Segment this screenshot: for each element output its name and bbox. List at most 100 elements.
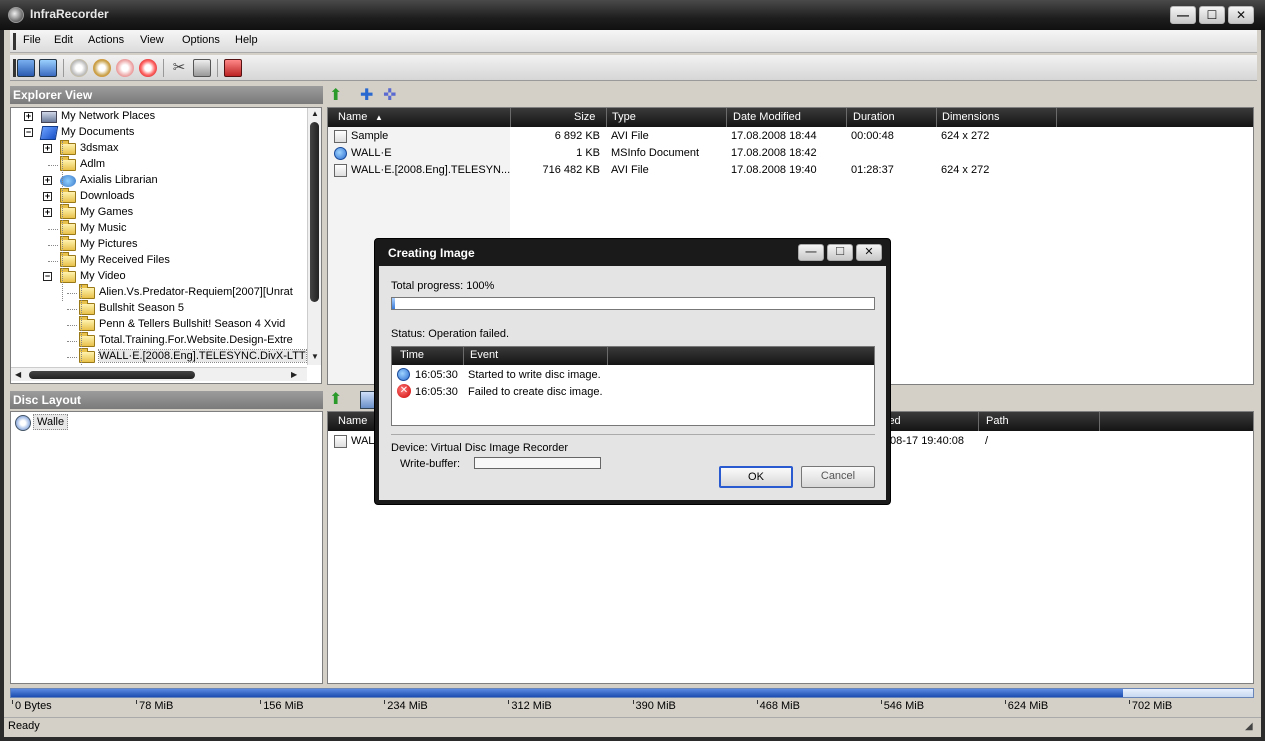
maximize-button[interactable]: ☐ — [1199, 6, 1225, 24]
capacity-tick — [756, 700, 758, 704]
column-size[interactable]: Size — [574, 111, 595, 123]
column-divider[interactable] — [607, 347, 608, 365]
column-path[interactable]: Path — [986, 415, 1009, 427]
file-size: 1 KB — [576, 147, 600, 159]
tree-horizontal-scrollbar[interactable]: ◀ ▶ — [11, 367, 307, 381]
tools-icon[interactable]: ✂ — [170, 59, 188, 77]
ok-button[interactable]: OK — [719, 466, 793, 488]
tree-connector — [48, 229, 58, 230]
tree-item[interactable]: WALL·E.[2008.Eng].TELESYNC.DivX-LTT — [11, 348, 307, 365]
column-divider[interactable] — [606, 108, 607, 127]
menu-bar: File Edit Actions View Options Help — [10, 30, 1257, 53]
dialog-maximize-button[interactable]: ☐ — [827, 244, 853, 261]
drive-icon[interactable] — [193, 59, 211, 77]
column-divider[interactable] — [936, 108, 937, 127]
add-all-icon[interactable]: ✜ — [383, 87, 401, 105]
column-divider[interactable] — [1056, 108, 1057, 127]
tree-item[interactable]: Total.Training.For.Website.Design-Extre — [11, 332, 307, 349]
column-dimensions[interactable]: Dimensions — [942, 111, 999, 123]
expand-icon[interactable]: + — [43, 144, 52, 153]
tree-item-label: My Video — [80, 270, 126, 282]
menu-edit[interactable]: Edit — [54, 34, 73, 46]
tree-item[interactable]: − My Documents — [11, 125, 307, 141]
tree-item[interactable]: + Downloads — [11, 188, 307, 205]
resize-grip-icon[interactable]: ◢ — [1245, 721, 1253, 732]
tree-item[interactable]: My Music — [11, 220, 307, 237]
scroll-up-icon[interactable]: ▲ — [311, 109, 319, 118]
column-name[interactable]: Name — [338, 415, 367, 427]
tree-vertical-scrollbar[interactable]: ▲ ▼ — [307, 108, 321, 365]
dialog-minimize-button[interactable]: — — [798, 244, 824, 261]
tree-item[interactable]: + My Network Places — [11, 109, 307, 125]
erase-disc-icon[interactable] — [139, 59, 157, 77]
column-divider[interactable] — [846, 108, 847, 127]
column-name[interactable]: Name — [338, 111, 367, 123]
toolbar-separator — [63, 59, 64, 77]
close-button[interactable]: ✕ — [1228, 6, 1254, 24]
scroll-thumb[interactable] — [310, 122, 319, 302]
menu-actions[interactable]: Actions — [88, 34, 124, 46]
disc-layout-tree[interactable]: Walle — [10, 411, 323, 684]
explorer-tree[interactable]: + My Network Places − My Documents +3dsmax Ad… — [10, 107, 322, 384]
column-divider[interactable] — [978, 412, 979, 431]
scroll-right-icon[interactable]: ▶ — [291, 370, 297, 379]
copy-disc-icon[interactable] — [116, 59, 134, 77]
status-bar: Ready ◢ — [4, 717, 1261, 737]
column-divider[interactable] — [726, 108, 727, 127]
dialog-close-button[interactable]: ✕ — [856, 244, 882, 261]
expand-icon[interactable]: + — [43, 192, 52, 201]
up-folder-icon[interactable]: ⬆ — [329, 87, 347, 105]
tree-item[interactable]: My Pictures — [11, 236, 307, 253]
tree-item[interactable]: − My Video — [11, 268, 307, 285]
collapse-icon[interactable]: − — [24, 128, 33, 137]
collapse-icon[interactable]: − — [43, 272, 52, 281]
up-folder-icon[interactable]: ⬆ — [329, 391, 347, 409]
tree-item[interactable]: +3dsmax — [11, 140, 307, 157]
tree-item[interactable]: Alien.Vs.Predator-Requiem[2007][Unrat — [11, 284, 307, 301]
burn-compilation-icon[interactable] — [93, 59, 111, 77]
column-time[interactable]: Time — [400, 349, 424, 361]
burn-image-icon[interactable] — [70, 59, 88, 77]
open-project-icon[interactable] — [17, 59, 35, 77]
save-project-icon[interactable] — [39, 59, 57, 77]
file-row[interactable]: WALL·E.[2008.Eng].TELESYN... 716 482 KB AV… — [328, 163, 1253, 179]
add-icon[interactable]: ✚ — [360, 87, 378, 105]
column-date-modified[interactable]: Date Modified — [733, 111, 801, 123]
event-log-list[interactable]: Time Event 16:05:30 Started to write dis… — [391, 346, 875, 426]
title-bar[interactable]: InfraRecorder — ☐ ✕ — [0, 0, 1265, 30]
column-divider[interactable] — [1099, 412, 1100, 431]
scroll-left-icon[interactable]: ◀ — [15, 370, 21, 379]
file-row[interactable]: Sample 6 892 KB AVI File 17.08.2008 18:44 00… — [328, 129, 1253, 145]
menu-view[interactable]: View — [140, 34, 164, 46]
menu-help[interactable]: Help — [235, 34, 258, 46]
column-divider[interactable] — [463, 347, 464, 365]
expand-icon[interactable]: + — [43, 208, 52, 217]
disc-root-label[interactable]: Walle — [33, 414, 69, 430]
column-divider[interactable] — [510, 108, 511, 127]
tree-item[interactable]: + My Games — [11, 204, 307, 221]
event-row[interactable]: ✕ 16:05:30 Failed to create disc image. — [397, 384, 871, 400]
scroll-down-icon[interactable]: ▼ — [311, 352, 319, 361]
tree-item[interactable]: Bullshit Season 5 — [11, 300, 307, 317]
tree-item[interactable]: My Received Files — [11, 252, 307, 269]
info-file-icon — [334, 147, 347, 160]
menu-file[interactable]: File — [23, 34, 41, 46]
creating-image-dialog: Creating Image — ☐ ✕ Total progress: 100… — [374, 238, 891, 505]
column-type[interactable]: Type — [612, 111, 636, 123]
cancel-button[interactable]: Cancel — [801, 466, 875, 488]
capacity-label: 234 MiB — [387, 700, 428, 712]
event-row[interactable]: 16:05:30 Started to write disc image. — [397, 367, 871, 383]
tree-item[interactable]: Penn & Tellers Bullshit! Season 4 Xvid — [11, 316, 307, 333]
expand-icon[interactable]: + — [43, 176, 52, 185]
column-event[interactable]: Event — [470, 349, 498, 361]
menu-options[interactable]: Options — [182, 34, 220, 46]
scroll-thumb[interactable] — [29, 371, 195, 379]
tree-item-label: My Documents — [61, 126, 135, 138]
expand-icon[interactable]: + — [24, 112, 33, 121]
tree-item[interactable]: + Axialis Librarian — [11, 173, 307, 189]
file-row[interactable]: WALL·E 1 KB MSInfo Document 17.08.2008 18:4… — [328, 146, 1253, 162]
exit-icon[interactable] — [224, 59, 242, 77]
minimize-button[interactable]: — — [1170, 6, 1196, 24]
tree-item[interactable]: Adlm — [11, 156, 307, 173]
column-duration[interactable]: Duration — [853, 111, 895, 123]
